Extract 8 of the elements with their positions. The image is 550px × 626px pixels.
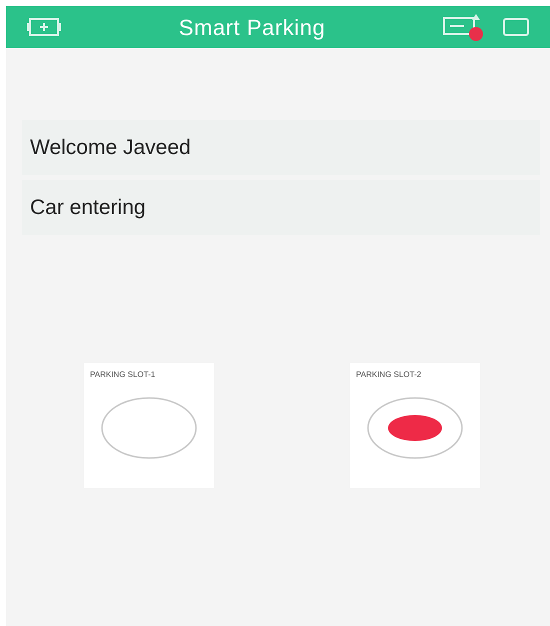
slot-label: PARKING SLOT-1 (90, 369, 156, 381)
value-label: Car entering (22, 180, 540, 235)
app-title: Smart Parking (178, 14, 326, 42)
device-icon[interactable] (26, 15, 62, 39)
battery-icon[interactable] (442, 12, 484, 42)
value-label: Welcome Javeed (22, 120, 540, 175)
slot-label: PARKING SLOT-2 (356, 369, 422, 381)
window-icon[interactable] (502, 16, 530, 38)
